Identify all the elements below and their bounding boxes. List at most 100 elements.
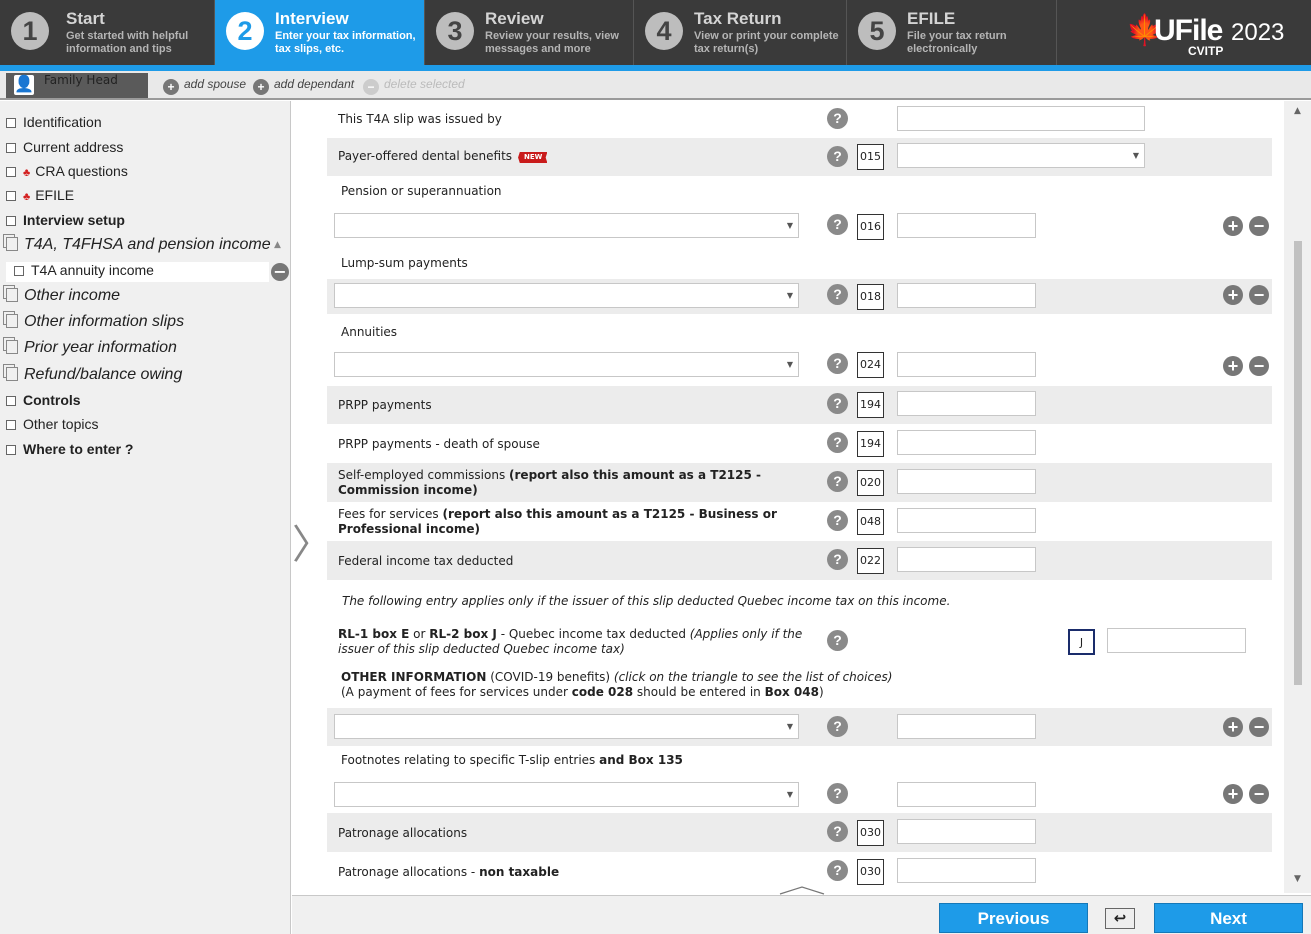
help-icon[interactable]: ? — [827, 353, 848, 374]
other-info-amount-input[interactable] — [897, 714, 1036, 739]
annuities-select[interactable]: ▼ — [334, 352, 799, 377]
delete-selected-button[interactable]: − delete selected — [363, 77, 465, 95]
checkbox[interactable] — [6, 396, 16, 406]
step-tax-return[interactable]: 4 Tax Return View or print your complete… — [634, 0, 847, 65]
issuer-input[interactable] — [897, 106, 1145, 131]
sidebar-item-other-topics[interactable]: Other topics — [6, 416, 98, 438]
scrollbar[interactable]: ▲ ▼ — [1284, 101, 1311, 893]
checkbox[interactable] — [6, 167, 16, 177]
scroll-thumb[interactable] — [1294, 241, 1302, 685]
help-icon[interactable]: ? — [827, 108, 848, 129]
help-icon[interactable]: ? — [827, 146, 848, 167]
family-head-tab[interactable]: 👤 Family Head — [6, 73, 148, 98]
sidebar-item-refund[interactable]: Refund/balance owing — [6, 366, 182, 388]
step-title: EFILE — [907, 9, 956, 28]
dropdown-arrow-icon: ▼ — [786, 722, 793, 731]
sidebar-item-controls[interactable]: Controls — [6, 392, 81, 414]
checkbox[interactable] — [6, 118, 16, 128]
checkbox[interactable] — [6, 445, 16, 455]
step-start[interactable]: 1 Start Get started with helpful informa… — [0, 0, 215, 65]
sidebar: Identification Current address ♣ CRA ques… — [0, 101, 291, 934]
bottom-bar: Previous ↩ Next — [292, 895, 1311, 934]
annuities-amount-input[interactable] — [897, 352, 1036, 377]
help-icon[interactable]: ? — [827, 214, 848, 235]
checkbox[interactable] — [6, 216, 16, 226]
pension-amount-input[interactable] — [897, 213, 1036, 238]
collapse-up-icon[interactable]: ▲ — [274, 240, 281, 250]
previous-button[interactable]: Previous — [939, 903, 1088, 933]
help-icon[interactable]: ? — [827, 393, 848, 414]
sidebar-item-t4a-pension[interactable]: T4A, T4FHSA and pension income — [6, 236, 271, 258]
sidebar-item-efile[interactable]: ♣ EFILE — [6, 187, 74, 209]
minus-icon[interactable]: − — [1249, 285, 1269, 305]
prpp-death-amount-input[interactable] — [897, 430, 1036, 455]
add-dependant-button[interactable]: + add dependant — [253, 77, 354, 95]
footnotes-amount-input[interactable] — [897, 782, 1036, 807]
sidebar-item-t4a-annuity[interactable]: T4A annuity income — [14, 262, 154, 284]
rl2-bold: RL-2 box J — [429, 627, 497, 641]
plus-icon[interactable]: + — [1223, 784, 1243, 804]
checkbox[interactable] — [6, 191, 16, 201]
add-spouse-button[interactable]: + add spouse — [163, 77, 246, 95]
plus-icon[interactable]: + — [1223, 216, 1243, 236]
rl-or: or — [409, 627, 430, 641]
plus-icon[interactable]: + — [1223, 717, 1243, 737]
step-efile[interactable]: 5 EFILE File your tax return electronica… — [847, 0, 1057, 65]
collapse-sidebar-chevron-icon[interactable]: 〉 — [292, 520, 332, 570]
help-icon[interactable]: ? — [827, 860, 848, 881]
patronage-nontaxable-amount-input[interactable] — [897, 858, 1036, 883]
minus-icon[interactable]: − — [1249, 356, 1269, 376]
next-button[interactable]: Next — [1154, 903, 1303, 933]
sidebar-item-interview-setup[interactable]: Interview setup — [6, 212, 125, 234]
footnotes-select[interactable]: ▼ — [334, 782, 799, 807]
return-arrow-icon[interactable]: ↩ — [1105, 908, 1135, 929]
checkbox[interactable] — [6, 420, 16, 430]
self-employed-amount-input[interactable] — [897, 469, 1036, 494]
plus-icon[interactable]: + — [1223, 356, 1243, 376]
help-icon[interactable]: ? — [827, 716, 848, 737]
scroll-up-arrow-icon[interactable]: ▲ — [1294, 106, 1301, 116]
minus-icon[interactable]: − — [1249, 784, 1269, 804]
help-icon[interactable]: ? — [827, 471, 848, 492]
lump-sum-select[interactable]: ▼ — [334, 283, 799, 308]
minus-icon[interactable]: − — [1249, 216, 1269, 236]
other-info-label: OTHER INFORMATION (COVID-19 benefits) (c… — [341, 670, 941, 685]
federal-tax-amount-input[interactable] — [897, 547, 1036, 572]
other-info-select[interactable]: ▼ — [334, 714, 799, 739]
scroll-down-arrow-icon[interactable]: ▼ — [1294, 874, 1301, 884]
pages-icon — [6, 237, 18, 251]
remove-slip-icon[interactable]: − — [271, 263, 289, 281]
dental-select[interactable]: ▼ — [897, 143, 1145, 168]
sidebar-item-prior-year[interactable]: Prior year information — [6, 339, 177, 361]
help-icon[interactable]: ? — [827, 284, 848, 305]
quebec-tax-amount-input[interactable] — [1107, 628, 1246, 653]
help-icon[interactable]: ? — [827, 630, 848, 651]
sidebar-item-other-income[interactable]: Other income — [6, 287, 120, 309]
step-subtitle: File your tax return electronically — [907, 30, 1007, 55]
pension-select[interactable]: ▼ — [334, 213, 799, 238]
step-review[interactable]: 3 Review Review your results, view messa… — [425, 0, 634, 65]
sidebar-item-current-address[interactable]: Current address — [6, 139, 123, 161]
lump-sum-amount-input[interactable] — [897, 283, 1036, 308]
prpp-amount-input[interactable] — [897, 391, 1036, 416]
sidebar-item-where-to-enter[interactable]: Where to enter ? — [6, 441, 133, 463]
minus-icon[interactable]: − — [1249, 717, 1269, 737]
sidebar-item-label: T4A, T4FHSA and pension income — [24, 236, 271, 253]
sidebar-item-label: Prior year information — [24, 339, 177, 356]
plus-icon[interactable]: + — [1223, 285, 1243, 305]
checkbox[interactable] — [14, 266, 24, 276]
patronage-amount-input[interactable] — [897, 819, 1036, 844]
help-icon[interactable]: ? — [827, 549, 848, 570]
checkbox[interactable] — [6, 143, 16, 153]
help-icon[interactable]: ? — [827, 432, 848, 453]
sidebar-item-other-info-slips[interactable]: Other information slips — [6, 313, 184, 335]
sidebar-item-cra-questions[interactable]: ♣ CRA questions — [6, 163, 128, 185]
help-icon[interactable]: ? — [827, 783, 848, 804]
row-patronage: Patronage allocations ? 030 — [327, 813, 1272, 852]
sidebar-item-identification[interactable]: Identification — [6, 114, 102, 136]
help-icon[interactable]: ? — [827, 510, 848, 531]
step-subtitle: Review your results, view messages and m… — [485, 30, 619, 55]
help-icon[interactable]: ? — [827, 821, 848, 842]
step-interview[interactable]: 2 Interview Enter your tax information, … — [215, 0, 425, 65]
fees-amount-input[interactable] — [897, 508, 1036, 533]
